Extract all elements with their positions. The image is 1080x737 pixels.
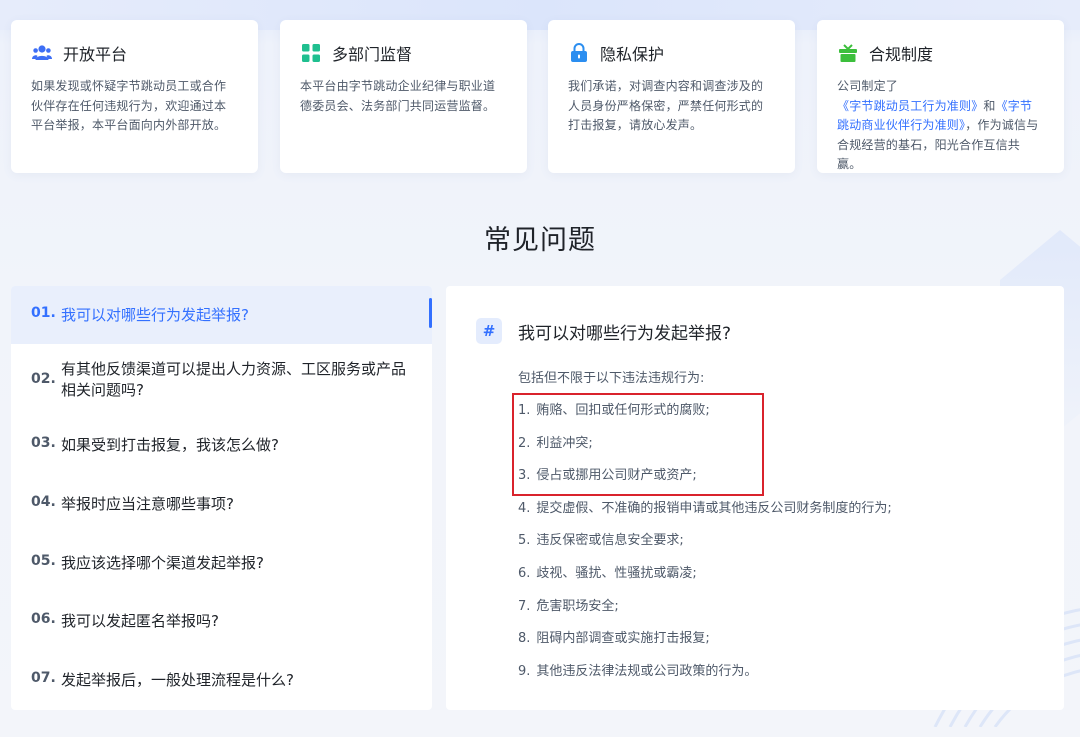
faq-question: 我可以对哪些行为发起举报? — [61, 306, 249, 324]
answer-item: 7. 危害职场安全; — [518, 597, 892, 630]
card-open-platform: 开放平台 如果发现或怀疑字节跳动员工或合作伙伴存在任何违规行为，欢迎通过本平台举… — [11, 20, 258, 173]
item-text: 阻碍内部调查或实施打击报复; — [536, 631, 710, 647]
faq-item-02[interactable]: 02. 有其他反馈渠道可以提出人力资源、工区服务或产品相关问题吗? — [11, 359, 432, 401]
item-number: 8. — [518, 631, 531, 647]
faq-item-05[interactable]: 05. 我应该选择哪个渠道发起举报? — [11, 553, 432, 574]
answer-intro: 包括但不限于以下违法违规行为: — [518, 371, 705, 386]
faq-number: 03. — [31, 435, 56, 451]
faq-question: 我应该选择哪个渠道发起举报? — [61, 554, 264, 572]
card-description-text: 如果发现或怀疑字节跳动员工或合作伙伴存在任何违规行为，欢迎通过本平台举报，本平台… — [31, 79, 227, 132]
card-title: 隐私保护 — [600, 45, 665, 64]
hash-icon: # — [476, 318, 502, 344]
faq-item-01[interactable]: 01. 我可以对哪些行为发起举报? — [11, 286, 432, 344]
answer-item: 9. 其他违反法律法规或公司政策的行为。 — [518, 662, 892, 695]
faq-number: 02. — [31, 371, 56, 387]
faq-number: 05. — [31, 553, 56, 569]
item-number: 9. — [518, 663, 531, 679]
item-number: 7. — [518, 598, 531, 614]
item-text: 提交虚假、不准确的报销申请或其他违反公司财务制度的行为; — [536, 500, 892, 516]
faq-section-title: 常见问题 — [484, 225, 596, 256]
card-title: 开放平台 — [63, 45, 128, 64]
employee-code-link[interactable]: 《字节跳动员工行为准则》 — [837, 99, 983, 113]
card-description: 本平台由字节跳动企业纪律与职业道德委员会、法务部门共同运营监督。 — [300, 77, 507, 116]
card-description: 如果发现或怀疑字节跳动员工或合作伙伴存在任何违规行为，欢迎通过本平台举报，本平台… — [31, 77, 238, 136]
item-number: 5. — [518, 533, 531, 549]
faq-item-03[interactable]: 03. 如果受到打击报复，我该怎么做? — [11, 435, 432, 456]
faq-number: 07. — [31, 670, 56, 686]
item-text: 歧视、骚扰、性骚扰或霸凌; — [536, 565, 697, 581]
item-number: 1. — [518, 403, 531, 418]
item-text: 利益冲突; — [536, 435, 593, 451]
faq-question: 如果受到打击报复，我该怎么做? — [61, 436, 279, 454]
card-description: 公司制定了《字节跳动员工行为准则》和《字节跳动商业伙伴行为准则》，作为诚信与合规… — [837, 77, 1044, 175]
item-text: 违反保密或信息安全要求; — [536, 533, 684, 549]
faq-question: 有其他反馈渠道可以提出人力资源、工区服务或产品相关问题吗? — [61, 360, 407, 399]
card-description-text: 本平台由字节跳动企业纪律与职业道德委员会、法务部门共同运营监督。 — [300, 79, 496, 113]
faq-item-06[interactable]: 06. 我可以发起匿名举报吗? — [11, 611, 432, 632]
card-description-text: 和 — [983, 98, 996, 113]
item-text: 侵占或挪用公司财产或资产; — [536, 468, 697, 484]
grid-icon — [300, 42, 322, 64]
item-number: 6. — [518, 565, 531, 581]
answer-panel: # 我可以对哪些行为发起举报? 包括但不限于以下违法违规行为: 1. 贿赂、回扣或… — [446, 286, 1064, 710]
faq-item-07[interactable]: 07. 发起举报后，一般处理流程是什么? — [11, 670, 432, 691]
item-text: 其他违反法律法规或公司政策的行为。 — [536, 663, 758, 679]
card-description: 我们承诺，对调查内容和调查涉及的人员身份严格保密，严禁任何形式的打击报复，请放心… — [568, 77, 775, 136]
card-title: 多部门监督 — [332, 45, 413, 64]
lock-icon — [568, 42, 590, 64]
faq-number: 04. — [31, 494, 56, 510]
faq-number: 01. — [31, 305, 56, 321]
answer-item: 4. 提交虚假、不准确的报销申请或其他违反公司财务制度的行为; — [518, 499, 892, 532]
answer-list: 1. 贿赂、回扣或任何形式的腐败; 2. 利益冲突; 3. 侵占或挪用公司财产或资产;… — [518, 401, 892, 694]
faq-item-04[interactable]: 04. 举报时应当注意哪些事项? — [11, 494, 432, 515]
faq-list: 01. 我可以对哪些行为发起举报? 02. 有其他反馈渠道可以提出人力资源、工区… — [11, 286, 432, 710]
gift-icon — [837, 42, 859, 64]
card-multi-department: 多部门监督 本平台由字节跳动企业纪律与职业道德委员会、法务部门共同运营监督。 — [280, 20, 527, 173]
item-text: 贿赂、回扣或任何形式的腐败; — [536, 403, 710, 418]
card-description-text: 我们承诺，对调查内容和调查涉及的人员身份严格保密，严禁任何形式的打击报复，请放心… — [568, 79, 764, 132]
card-compliance: 合规制度 公司制定了《字节跳动员工行为准则》和《字节跳动商业伙伴行为准则》，作为… — [817, 20, 1064, 173]
faq-question: 我可以发起匿名举报吗? — [61, 612, 219, 630]
answer-item: 6. 歧视、骚扰、性骚扰或霸凌; — [518, 564, 892, 597]
card-title: 合规制度 — [869, 45, 934, 64]
people-icon — [31, 42, 53, 64]
answer-item: 5. 违反保密或信息安全要求; — [518, 531, 892, 564]
answer-item: 2. 利益冲突; — [518, 434, 892, 467]
item-number: 2. — [518, 435, 531, 451]
item-number: 4. — [518, 500, 531, 516]
item-number: 3. — [518, 468, 531, 484]
answer-title: 我可以对哪些行为发起举报? — [518, 324, 732, 344]
active-indicator — [429, 298, 432, 328]
item-text: 危害职场安全; — [536, 598, 619, 614]
faq-number: 06. — [31, 611, 56, 627]
faq-question: 举报时应当注意哪些事项? — [61, 495, 234, 513]
answer-item: 3. 侵占或挪用公司财产或资产; — [518, 466, 892, 499]
answer-item: 1. 贿赂、回扣或任何形式的腐败; — [518, 401, 892, 434]
answer-item: 8. 阻碍内部调查或实施打击报复; — [518, 629, 892, 662]
faq-question: 发起举报后，一般处理流程是什么? — [61, 671, 294, 689]
card-privacy: 隐私保护 我们承诺，对调查内容和调查涉及的人员身份严格保密，严禁任何形式的打击报… — [548, 20, 795, 173]
card-description-text: 公司制定了 — [837, 79, 899, 93]
